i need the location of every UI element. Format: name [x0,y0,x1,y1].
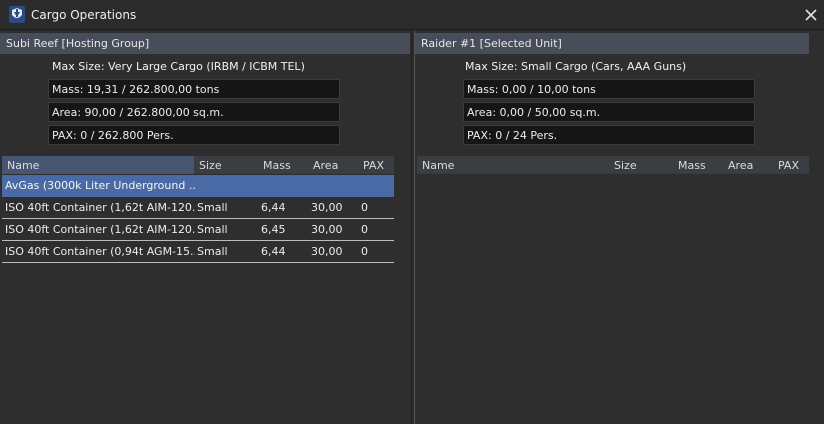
column-header-pax[interactable]: PAX [363,159,384,172]
area-readout: Area: 0,00 / 50,00 sq.m. [463,102,755,122]
cell-size: Small [197,201,228,214]
column-header-pax[interactable]: PAX [778,159,799,172]
table-row[interactable]: AvGas (3000k Liter Underground ... [2,175,394,197]
column-header-mass[interactable]: Mass [678,159,706,172]
cell-size: Small [197,223,228,236]
cell-area: 30,00 [311,223,343,236]
close-icon[interactable] [802,6,820,24]
cell-name: AvGas (3000k Liter Underground ... [5,179,195,192]
cell-name: ISO 40ft Container (0,94t AGM-15... [5,245,195,258]
pax-readout: PAX: 0 / 24 Pers. [463,125,755,145]
max-size-label: Max Size: Small Cargo (Cars, AAA Guns) [465,60,687,73]
cell-mass: 6,44 [261,201,286,214]
hosting-group-panel: Subi Reef [Hosting Group] Max Size: Very… [0,31,412,424]
cell-pax: 0 [361,201,368,214]
hosting-group-header: Subi Reef [Hosting Group] [0,33,410,54]
selected-unit-header: Raider #1 [Selected Unit] [415,33,809,54]
cell-name: ISO 40ft Container (1,62t AIM-120... [5,223,195,236]
naval-emblem-icon [9,6,25,23]
table-row[interactable]: ISO 40ft Container (1,62t AIM-120... Sma… [2,197,394,219]
window-title: Cargo Operations [31,8,137,22]
table-row[interactable]: ISO 40ft Container (0,94t AGM-15... Smal… [2,241,394,263]
selected-unit-panel: Raider #1 [Selected Unit] Max Size: Smal… [414,31,824,424]
column-header-name[interactable]: Name [422,159,454,172]
cargo-table-header: Name Size Mass Area PAX [2,156,394,174]
column-header-area[interactable]: Area [728,159,753,172]
cell-pax: 0 [361,245,368,258]
cell-mass: 6,45 [261,223,286,236]
column-header-mass[interactable]: Mass [263,159,291,172]
column-header-name[interactable]: Name [7,159,39,172]
cell-size: Small [197,245,228,258]
max-size-label: Max Size: Very Large Cargo (IRBM / ICBM … [52,60,305,73]
column-header-size[interactable]: Size [614,159,637,172]
table-row[interactable]: ISO 40ft Container (1,62t AIM-120... Sma… [2,219,394,241]
title-bar: Cargo Operations [0,0,824,30]
cell-area: 30,00 [311,245,343,258]
cell-name: ISO 40ft Container (1,62t AIM-120... [5,201,195,214]
cargo-table-header: Name Size Mass Area PAX [417,156,809,174]
column-header-area[interactable]: Area [313,159,338,172]
area-readout: Area: 90,00 / 262.800,00 sq.m. [48,102,340,122]
pax-readout: PAX: 0 / 262.800 Pers. [48,125,340,145]
mass-readout: Mass: 19,31 / 262.800,00 tons [48,79,340,99]
cell-mass: 6,44 [261,245,286,258]
column-header-size[interactable]: Size [199,159,222,172]
cell-pax: 0 [361,223,368,236]
mass-readout: Mass: 0,00 / 10,00 tons [463,79,755,99]
cell-area: 30,00 [311,201,343,214]
